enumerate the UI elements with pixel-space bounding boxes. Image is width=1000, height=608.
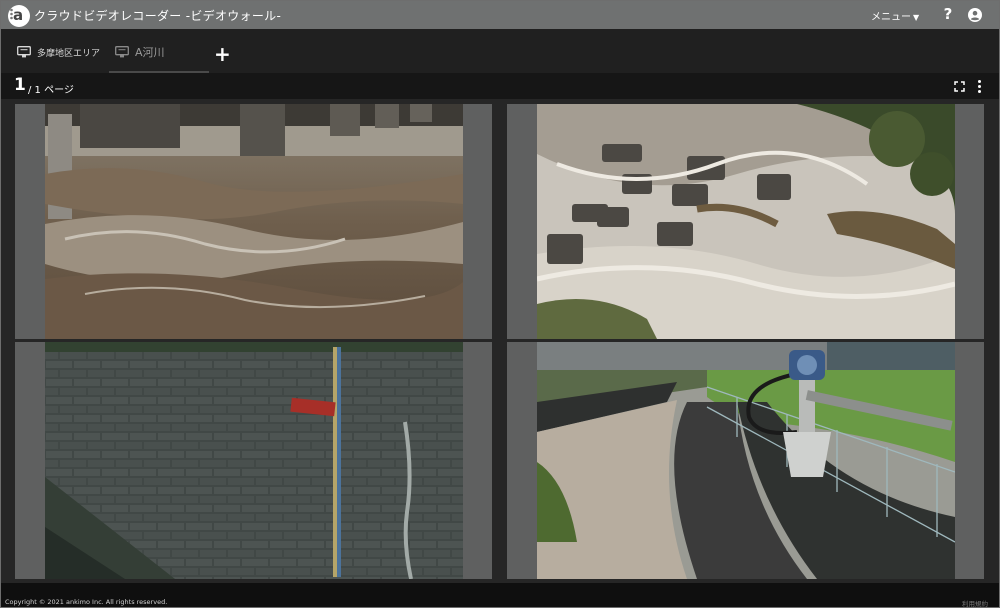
footer: Copyright © 2021 ankimo Inc. All rights … [1,583,999,608]
video-wall-grid [1,99,999,583]
monitor-icon [17,46,31,58]
app-window: a クラウドビデオレコーダー -ビデオウォール- メニュー ▼ ? 多摩地区エリア [0,0,1000,608]
monitor-icon [115,46,129,58]
app-title: クラウドビデオレコーダー -ビデオウォール- [34,9,282,23]
camera-feed-channel-sensor [537,342,955,579]
terms-link[interactable]: 利用規約 [962,598,988,608]
camera-tile-2[interactable] [507,104,984,339]
page-count-label: / 1 ページ [28,85,74,96]
tab-bar: 多摩地区エリア A河川 + [1,29,999,73]
logo-letter: a [13,6,24,24]
tab-label: A河川 [135,46,165,59]
page-toolbar: 1 / 1 ページ [1,73,999,99]
copyright-text: Copyright © 2021 ankimo Inc. All rights … [5,598,168,606]
camera-feed-embankment [45,342,463,579]
tab-river-a[interactable]: A河川 [115,40,165,64]
help-icon[interactable]: ? [941,5,955,23]
menu-button[interactable]: メニュー ▼ [871,8,919,23]
app-logo: a [8,5,30,27]
camera-tile-4[interactable] [507,342,984,579]
current-page-number: 1 [14,75,26,95]
add-tab-button[interactable]: + [214,44,231,64]
user-account-icon[interactable] [968,8,982,22]
caret-down-icon: ▼ [913,13,920,22]
camera-feed-river-bridge [45,104,463,339]
camera-tile-3[interactable] [15,342,492,579]
more-options-icon[interactable] [978,80,982,94]
camera-tile-1[interactable] [15,104,492,339]
camera-feed-rapids [537,104,955,339]
fullscreen-icon[interactable] [954,81,965,92]
tab-tama-area[interactable]: 多摩地区エリア [17,40,100,64]
title-bar: a クラウドビデオレコーダー -ビデオウォール- メニュー ▼ ? [1,1,999,29]
tab-label: 多摩地区エリア [37,48,101,59]
menu-label: メニュー [871,12,911,23]
